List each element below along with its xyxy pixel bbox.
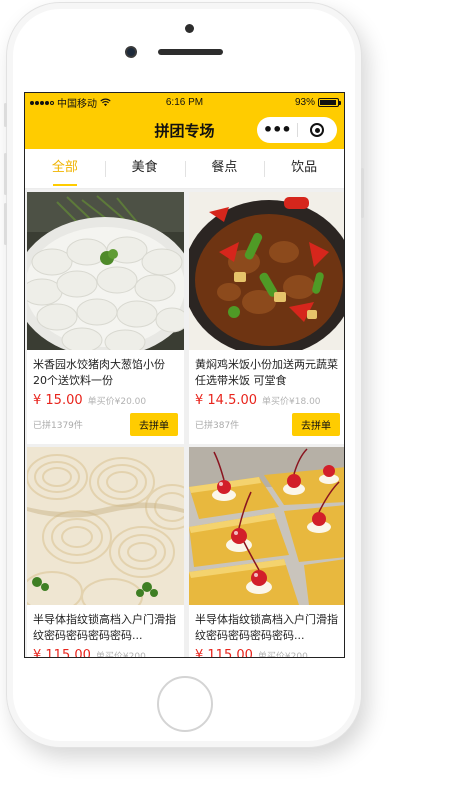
noodles-photo[interactable] [27,447,184,605]
product-card[interactable]: 米香园水饺猪肉大葱馅小份20个送饮料一份 ¥ 15.00 单买价¥20.00 已… [27,192,184,444]
dumplings-photo[interactable] [27,192,184,350]
original-price: 单买价¥18.00 [262,397,321,407]
app-screen: 中国移动 6:16 PM 93% 拼团专场 ••• 全部 美食 餐点 饮品 米香… [24,92,345,658]
product-price: ¥ 115.00 [33,648,91,658]
status-bar: 中国移动 6:16 PM 93% [25,93,344,112]
join-group-button[interactable]: 去拼单 [292,413,340,436]
tab-all[interactable]: 全部 [25,149,105,189]
product-price: ¥ 14.5.00 [195,393,258,408]
braised-chicken-photo[interactable] [189,192,345,350]
page-title: 拼团专场 [154,123,215,140]
front-camera [125,46,137,58]
tab-meals[interactable]: 餐点 [184,149,265,189]
nav-bar: 拼团专场 ••• [25,112,344,149]
mute-switch [4,103,7,127]
battery-icon [318,98,341,107]
volume-up-button [4,153,7,195]
product-title: 米香园水饺猪肉大葱馅小份20个送饮料一份 [33,358,165,387]
product-card[interactable]: 黄焖鸡米饭小份加送两元蔬菜任选带米饭 可堂食 ¥ 14.5.00 单买价¥18.… [189,192,345,444]
wifi-icon [100,98,111,107]
product-price: ¥ 15.00 [33,393,83,408]
target-close-icon[interactable] [298,123,338,137]
more-dots-icon[interactable]: ••• [257,122,297,138]
battery-percent: 93% [294,97,315,108]
product-title: 半导体指纹锁高档入户门滑指纹密码密码密码密码... [195,613,338,642]
sold-count: 已拼387件 [195,421,240,431]
carrier-name: 中国移动 [57,99,97,110]
sold-count: 已拼1379件 [33,421,83,431]
volume-down-button [4,203,7,245]
category-tabs: 全部 美食 餐点 饮品 [25,149,344,189]
product-card[interactable]: 半导体指纹锁高档入户门滑指纹密码密码密码密码... ¥ 115.00 单买价¥2… [189,447,345,658]
product-title: 半导体指纹锁高档入户门滑指纹密码密码密码密码... [33,613,176,642]
original-price: 单买价¥200 [257,652,308,658]
product-grid: 米香园水饺猪肉大葱馅小份20个送饮料一份 ¥ 15.00 单买价¥20.00 已… [25,189,345,658]
tab-food[interactable]: 美食 [104,149,185,189]
original-price: 单买价¥200 [95,652,146,658]
proximity-sensor [185,24,194,33]
power-button [361,168,364,218]
mini-program-capsule: ••• [257,117,337,143]
tab-drinks[interactable]: 饮品 [264,149,344,189]
product-title: 黄焖鸡米饭小份加送两元蔬菜任选带米饭 可堂食 [195,358,338,387]
product-card[interactable]: 半导体指纹锁高档入户门滑指纹密码密码密码密码... ¥ 115.00 单买价¥2… [27,447,184,658]
earpiece-speaker [158,49,223,55]
join-group-button[interactable]: 去拼单 [130,413,178,436]
original-price: 单买价¥20.00 [87,397,147,407]
home-button[interactable] [157,676,213,732]
signal-dots-icon [30,100,54,105]
cherry-cake-photo[interactable] [189,447,345,605]
status-time: 6:16 PM [165,97,204,108]
product-price: ¥ 115.00 [195,648,253,658]
